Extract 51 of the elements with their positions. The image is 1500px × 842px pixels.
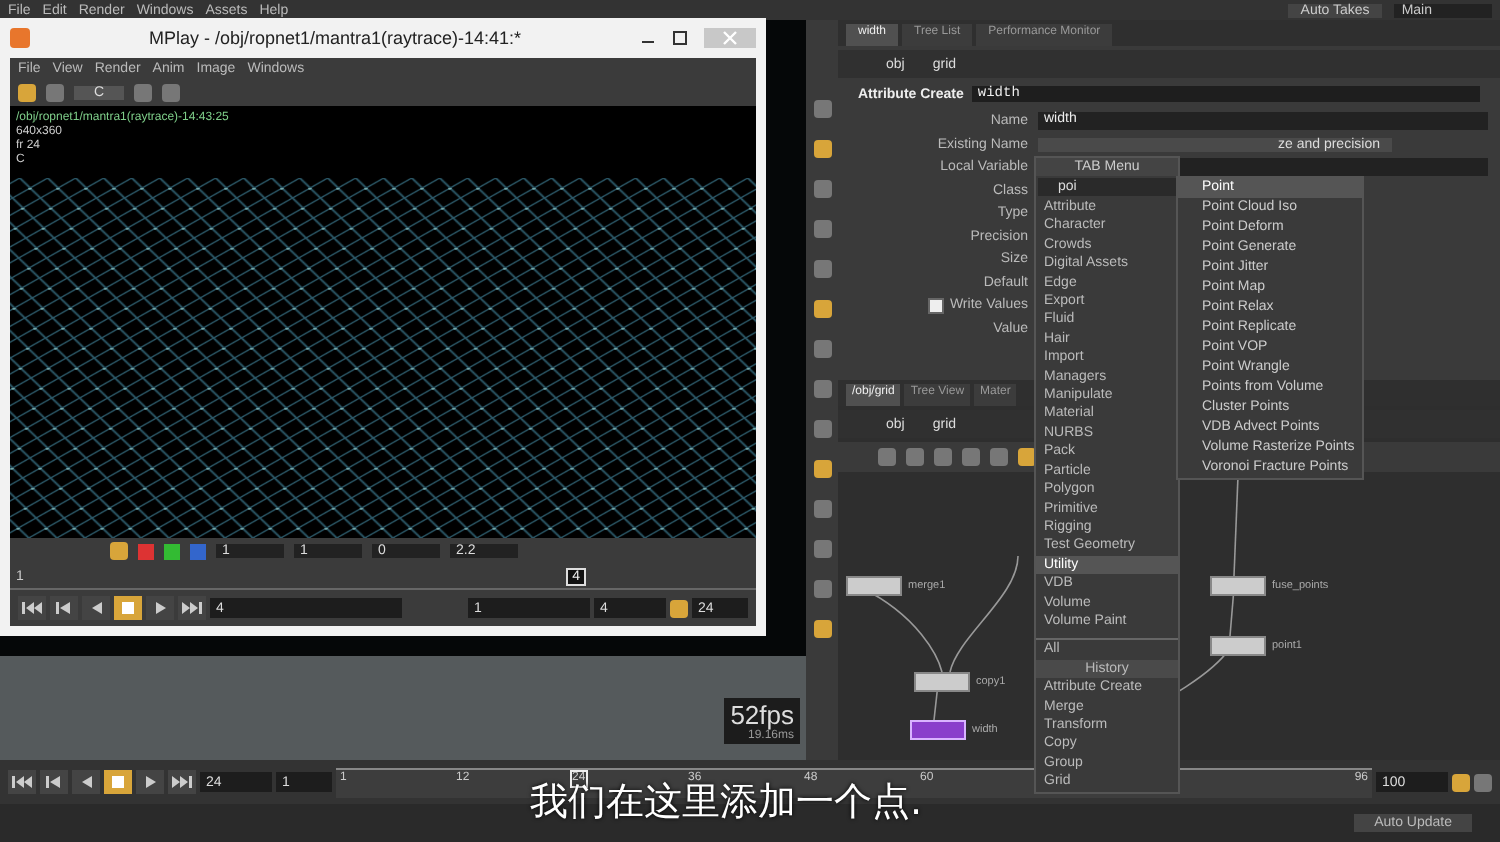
tool-icon[interactable] [813,420,831,438]
close-icon [722,30,738,46]
skip-to-start-icon [20,598,44,618]
skip-to-end-icon [180,598,204,618]
step-back-icon [52,598,76,618]
node-tile[interactable] [910,720,966,740]
maximize-icon[interactable] [672,30,688,46]
node-wire [1233,476,1239,577]
checkbox[interactable] [927,297,944,314]
subtitle-text: 我们在这里添加一个点. [530,784,923,822]
playback-button[interactable] [178,596,206,620]
tool-icon[interactable] [813,500,831,518]
skip-to-start-icon [10,772,34,792]
tool-icon[interactable] [813,180,831,198]
key-icon[interactable] [1452,773,1470,791]
tool-icon[interactable] [813,460,831,478]
stop-icon [116,598,140,618]
close-button[interactable] [704,28,756,48]
stop-icon [106,772,130,792]
tool-icon[interactable] [1474,773,1492,791]
playback-button[interactable] [40,770,68,794]
tool-icon[interactable] [813,540,831,558]
tool-icon[interactable] [813,300,831,318]
tool-icon[interactable] [813,340,831,358]
playback-button[interactable] [8,770,36,794]
node-tile[interactable] [846,576,902,596]
node-tile[interactable] [914,672,970,692]
node-tile[interactable] [1210,636,1266,656]
playback-button[interactable] [18,596,46,620]
fps-readout: 52fps [730,700,794,730]
node-tile[interactable] [1210,576,1266,596]
tool-icon[interactable] [813,620,831,638]
tool-icon[interactable] [670,599,688,617]
skip-to-end-icon [170,772,194,792]
playback-button[interactable] [146,596,174,620]
node-wire [949,555,1019,673]
playback-button[interactable] [136,770,164,794]
tool-icon[interactable] [813,220,831,238]
playback-button[interactable] [82,596,110,620]
app-logo-icon [10,28,30,48]
tool-icon[interactable] [110,542,128,560]
window-title: MPlay - /obj/ropnet1/mantra1(raytrace)-14:41:* [146,28,524,48]
step-back-icon [42,772,66,792]
tool-icon[interactable] [813,260,831,278]
tool-icon[interactable] [813,580,831,598]
playback-button[interactable] [50,596,78,620]
tool-icon[interactable] [813,100,831,118]
playback-button[interactable] [72,770,100,794]
tool-icon[interactable] [813,380,831,398]
playback-button[interactable] [168,770,196,794]
tool-icon[interactable] [813,140,831,158]
